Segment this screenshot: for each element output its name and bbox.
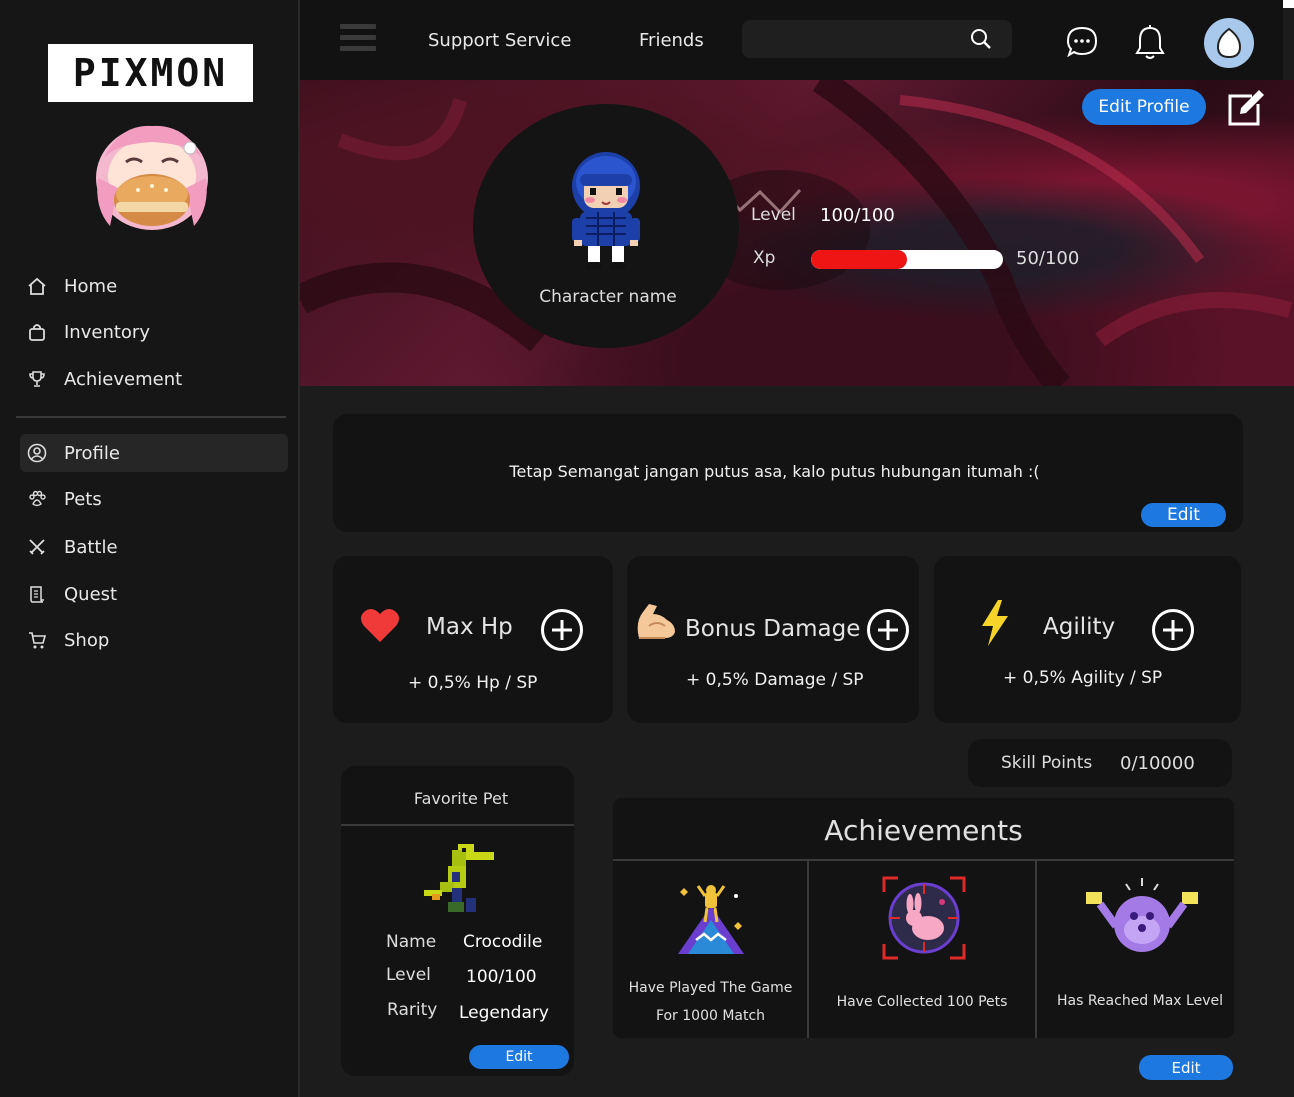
nav-link-friends[interactable]: Friends <box>639 30 704 51</box>
crocodile-pet-sprite <box>424 844 494 912</box>
search-icon[interactable] <box>970 28 992 50</box>
hamburger-menu-icon[interactable] <box>340 24 376 56</box>
pet-rarity-value: Legendary <box>459 1003 549 1023</box>
pet-edit-button[interactable]: Edit <box>469 1045 569 1069</box>
sidebar-item-label: Home <box>64 275 118 297</box>
skill-points-value: 0/10000 <box>1120 753 1195 774</box>
egg-icon <box>1216 27 1242 59</box>
avatar[interactable] <box>1204 18 1254 68</box>
sidebar-item-label: Profile <box>64 442 120 464</box>
xp-value: 50/100 <box>1016 248 1080 269</box>
add-bonus-damage-button[interactable] <box>867 609 909 651</box>
sidebar-item-shop[interactable]: Shop <box>20 621 288 659</box>
scroll-icon <box>26 583 48 605</box>
pet-name-value: Crocodile <box>463 932 543 952</box>
stat-description: + 0,5% Damage / SP <box>686 670 864 690</box>
search-bar <box>742 20 1012 58</box>
pet-name-label: Name <box>386 932 437 952</box>
pet-level-label: Level <box>386 965 431 985</box>
window-edge <box>1283 0 1294 8</box>
flexed-bicep-icon <box>637 604 675 639</box>
celebrating-creature-icon <box>1086 878 1198 952</box>
sidebar-item-label: Battle <box>64 536 118 558</box>
paw-icon <box>26 488 48 510</box>
sidebar-item-achievement[interactable]: Achievement <box>20 360 288 398</box>
motto-edit-button[interactable]: Edit <box>1141 503 1226 527</box>
add-agility-button[interactable] <box>1152 609 1194 651</box>
trophy-icon <box>26 368 48 390</box>
xp-progress-fill <box>811 250 907 269</box>
stat-title: Max Hp <box>426 614 513 640</box>
nav-link-support-service[interactable]: Support Service <box>428 30 571 51</box>
level-value: 100/100 <box>820 205 895 226</box>
achievements-divider <box>613 859 1234 861</box>
motto-card: Tetap Semangat jangan putus asa, kalo pu… <box>333 414 1243 532</box>
sidebar: PIXMON Home Inventory Achievement Profil… <box>0 0 300 1097</box>
achievements-edit-button[interactable]: Edit <box>1139 1055 1233 1080</box>
xp-progress-bar <box>811 250 1003 269</box>
pet-level-value: 100/100 <box>466 967 537 987</box>
user-circle-icon <box>26 442 48 464</box>
logo: PIXMON <box>48 44 253 102</box>
achievement-label: Have Collected 100 Pets <box>836 994 1008 1010</box>
sidebar-item-quest[interactable]: Quest <box>20 575 288 613</box>
achievements-title: Achievements <box>824 814 1023 847</box>
sidebar-item-inventory[interactable]: Inventory <box>20 313 288 351</box>
crossed-swords-icon <box>26 536 48 558</box>
sidebar-item-label: Pets <box>64 488 102 510</box>
sidebar-item-profile[interactable]: Profile <box>20 434 288 472</box>
rabbit-target-icon <box>882 876 966 960</box>
edit-profile-button[interactable]: Edit Profile <box>1082 89 1206 125</box>
banner-artwork <box>300 80 1293 386</box>
profile-banner <box>300 80 1294 386</box>
mascot-avatar <box>96 125 208 230</box>
favorite-pet-card <box>341 766 574 1076</box>
sidebar-item-home[interactable]: Home <box>20 267 288 305</box>
sidebar-item-battle[interactable]: Battle <box>20 528 288 566</box>
sidebar-item-label: Inventory <box>64 321 150 343</box>
skill-points-label: Skill Points <box>1001 753 1093 773</box>
sidebar-item-label: Quest <box>64 583 118 605</box>
stat-description: + 0,5% Hp / SP <box>408 673 538 693</box>
lightning-icon <box>982 600 1008 646</box>
add-max-hp-button[interactable] <box>541 609 583 651</box>
pet-divider <box>341 824 574 826</box>
bell-icon[interactable] <box>1134 25 1166 61</box>
home-icon <box>26 275 48 297</box>
cart-icon <box>26 629 48 651</box>
sidebar-divider <box>16 416 286 418</box>
achievement-label: Have Played The Game For 1000 Match <box>628 980 793 1024</box>
pet-rarity-label: Rarity <box>387 1000 438 1020</box>
character-sprite <box>572 152 640 270</box>
sidebar-item-label: Achievement <box>64 368 183 390</box>
achievement-label: Has Reached Max Level <box>1056 993 1223 1009</box>
chat-bubble-icon[interactable] <box>1066 26 1098 58</box>
edit-icon[interactable] <box>1226 88 1266 128</box>
bag-icon <box>26 321 48 343</box>
mountain-summit-icon <box>678 885 744 954</box>
sidebar-item-label: Shop <box>64 629 110 651</box>
motto-text: Tetap Semangat jangan putus asa, kalo pu… <box>509 462 1040 481</box>
heart-icon <box>361 608 399 642</box>
sidebar-item-pets[interactable]: Pets <box>20 480 288 518</box>
level-label: Level <box>751 205 796 225</box>
stat-title: Agility <box>1043 614 1116 640</box>
stat-description: + 0,5% Agility / SP <box>1003 668 1163 688</box>
favorite-pet-title: Favorite Pet <box>413 789 509 808</box>
search-input[interactable] <box>752 26 966 54</box>
xp-label: Xp <box>753 248 776 268</box>
character-name: Character name <box>539 287 677 307</box>
stat-title: Bonus Damage <box>685 616 861 642</box>
